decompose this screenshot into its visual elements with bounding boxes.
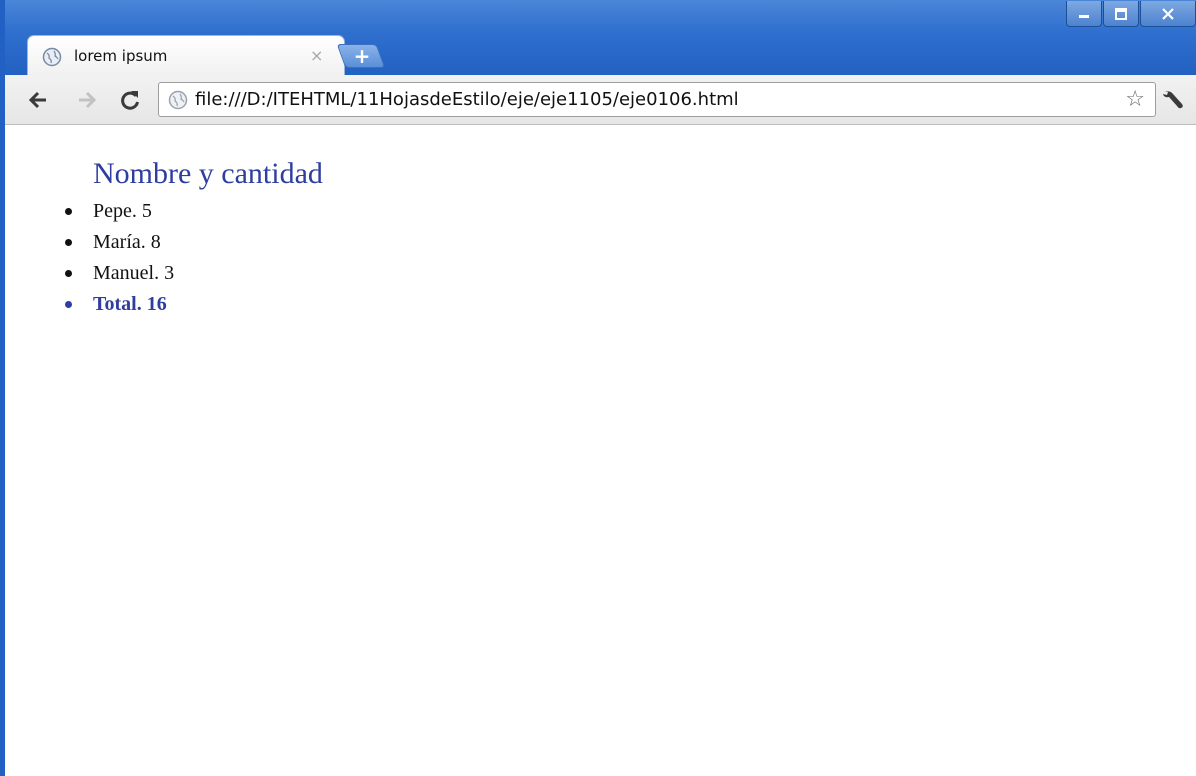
list-item-text: María. 8 [93, 231, 161, 253]
bullet-icon [65, 208, 72, 215]
star-icon[interactable]: ☆ [1125, 87, 1145, 112]
bullet-icon [65, 301, 72, 308]
bullet-icon [65, 239, 72, 246]
globe-icon [42, 47, 62, 72]
globe-icon [168, 90, 188, 115]
browser-toolbar: file:///D:/ITEHTML/11HojasdeEstilo/eje/e… [5, 75, 1196, 125]
tab-title: lorem ipsum [74, 47, 168, 65]
total-item: Total. 16 [65, 290, 174, 321]
list-item: María. 8 [65, 228, 174, 259]
quantity-list: Pepe. 5 María. 8 Manuel. 3 Total. 16 [65, 197, 174, 321]
page-heading: Nombre y cantidad [93, 157, 323, 190]
list-item: Manuel. 3 [65, 259, 174, 290]
title-bar: lorem ipsum × + [5, 0, 1196, 80]
list-item-text: Pepe. 5 [93, 200, 152, 222]
list-item: Pepe. 5 [65, 197, 174, 228]
close-icon [1162, 7, 1174, 20]
url-text: file:///D:/ITEHTML/11HojasdeEstilo/eje/e… [195, 89, 739, 110]
minimize-button[interactable] [1066, 1, 1102, 27]
total-text: Total. 16 [93, 293, 167, 315]
maximize-button[interactable] [1103, 1, 1139, 27]
tab-lorem-ipsum[interactable]: lorem ipsum × [27, 35, 345, 75]
tab-close-button[interactable]: × [310, 46, 323, 65]
forward-icon [79, 91, 97, 109]
reload-button[interactable] [117, 87, 143, 113]
bullet-icon [65, 270, 72, 277]
wrench-icon[interactable] [1161, 87, 1187, 118]
list-item-text: Manuel. 3 [93, 262, 175, 284]
reload-icon [121, 91, 139, 110]
plus-icon: + [353, 44, 371, 68]
maximize-icon [1115, 7, 1127, 20]
minimize-icon [1079, 14, 1089, 18]
back-icon [28, 91, 46, 109]
window-controls [1065, 1, 1196, 32]
page-content: Nombre y cantidad Pepe. 5 María. 8 Manue… [10, 125, 1196, 776]
address-bar[interactable]: file:///D:/ITEHTML/11HojasdeEstilo/eje/e… [158, 82, 1156, 117]
forward-button[interactable] [74, 87, 100, 113]
browser-window: lorem ipsum × + file:///D:/ITEHTML/11Hoj… [0, 0, 1196, 776]
back-button[interactable] [25, 87, 51, 113]
close-button[interactable] [1140, 1, 1196, 27]
